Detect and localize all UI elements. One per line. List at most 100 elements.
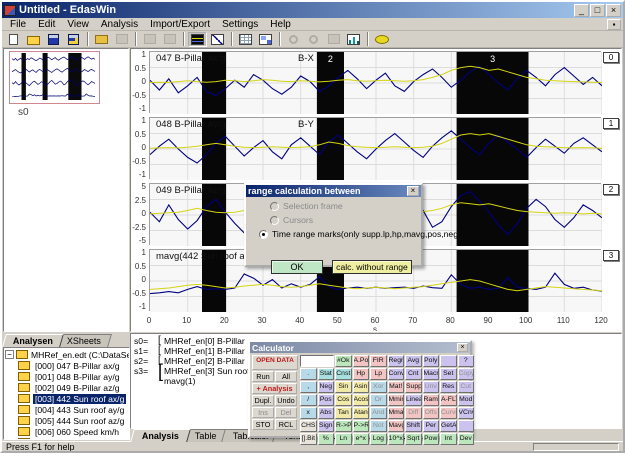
calc-button-set[interactable]: Set bbox=[440, 368, 457, 380]
calc-button-[interactable]: . bbox=[300, 368, 317, 380]
export-data-button[interactable] bbox=[92, 32, 111, 47]
calc-button-dupl[interactable]: Dupl. bbox=[252, 395, 274, 406]
calc-button-bit[interactable]: [].Bit bbox=[300, 433, 317, 445]
explorer-tab-xsheets[interactable]: XSheets bbox=[56, 334, 112, 347]
calc-button-dev[interactable]: Dev bbox=[458, 433, 475, 445]
calc-button-cos[interactable]: Cos bbox=[335, 394, 352, 406]
calc-button-atan[interactable]: Atan bbox=[353, 407, 370, 419]
calc-button-regr[interactable]: Regr bbox=[388, 355, 405, 367]
calc-button-int[interactable]: Int bbox=[440, 433, 457, 445]
calc-button-avg[interactable]: Avg bbox=[405, 355, 422, 367]
calc-button-sqrt[interactable]: Sqrt bbox=[405, 433, 422, 445]
calc-button-pow[interactable]: Pow bbox=[423, 433, 440, 445]
calc-button-abs[interactable]: Abs bbox=[318, 407, 335, 419]
calc-button-res[interactable]: Res bbox=[440, 381, 457, 393]
save-all-button[interactable] bbox=[64, 32, 83, 47]
calc-button-cnst[interactable]: Cnst bbox=[335, 368, 352, 380]
dialog-title-bar[interactable]: range calculation between × bbox=[246, 185, 421, 197]
calc-button-conv[interactable]: Conv bbox=[388, 368, 405, 380]
open-data-button[interactable]: OPEN DATA bbox=[252, 355, 298, 370]
new-document-button[interactable] bbox=[4, 32, 23, 47]
tree-item[interactable]: [005] 444 Sun roof az/g bbox=[18, 415, 129, 426]
calc-button-neg[interactable]: Neg bbox=[318, 381, 335, 393]
calc-button-pr[interactable]: P->R bbox=[353, 420, 370, 432]
database-button[interactable] bbox=[372, 32, 391, 47]
menu-edit[interactable]: Edit bbox=[32, 18, 61, 31]
tree-item[interactable]: [006] 060 Speed km/h bbox=[18, 426, 129, 437]
calc-button-poly[interactable]: Poly bbox=[423, 355, 440, 367]
calc-button-undo[interactable]: Undo bbox=[275, 395, 297, 406]
plot-area-0[interactable]: 23047 B-Pillar ax/gB-X bbox=[149, 51, 601, 113]
calc-button-mod[interactable]: Mod bbox=[458, 394, 475, 406]
calc-button-log[interactable]: Log bbox=[370, 433, 387, 445]
explorer-tab-analysen[interactable]: Analysen bbox=[2, 334, 64, 347]
view-tab-analysis[interactable]: Analysis bbox=[130, 429, 191, 442]
table-view-button[interactable] bbox=[236, 32, 255, 47]
collapse-icon[interactable]: − bbox=[5, 350, 14, 359]
radio-icon[interactable] bbox=[259, 230, 268, 239]
calc-button-sto[interactable]: STO bbox=[252, 419, 274, 430]
analysis-thumbnail[interactable] bbox=[9, 51, 100, 104]
tree-item[interactable]: [002] 049 B-Pillar az/g bbox=[18, 382, 129, 393]
calc-button-apol[interactable]: A.Pol bbox=[353, 355, 370, 367]
calc-button-[interactable]: , bbox=[300, 381, 317, 393]
tile-windows-button[interactable] bbox=[256, 32, 275, 47]
tree-item[interactable]: [001] 048 B-Pillar ay/g bbox=[18, 371, 129, 382]
menu-file[interactable]: File bbox=[4, 18, 32, 31]
calculator-title-bar[interactable]: Calculator × bbox=[250, 342, 470, 353]
close-button[interactable]: × bbox=[606, 4, 621, 17]
save-button[interactable] bbox=[44, 32, 63, 47]
mdi-child-button[interactable]: ▪ bbox=[607, 19, 621, 30]
radio-option-3[interactable]: Time range marks(only supp.lp,hp,mavg,po… bbox=[259, 229, 421, 239]
calc-button-sign[interactable]: Sign bbox=[318, 420, 335, 432]
tree-item[interactable]: [004] 443 Sun roof ay/g bbox=[18, 404, 129, 415]
tree-item[interactable]: [007] 043 Engine speed 1/min bbox=[18, 437, 129, 440]
calculator-input[interactable] bbox=[300, 355, 334, 367]
menu-settings[interactable]: Settings bbox=[216, 18, 264, 31]
ok-button[interactable]: OK bbox=[271, 260, 323, 274]
calc-button-rampl[interactable]: Rampl bbox=[423, 394, 440, 406]
calc-button-pos[interactable]: Pos bbox=[318, 394, 335, 406]
calc-button-hp[interactable]: Hp bbox=[353, 368, 370, 380]
tree-item[interactable]: [003] 442 Sun roof ax/g bbox=[18, 393, 129, 404]
tree-root[interactable]: − MHRef_en.edt (C:\DataSet) bbox=[5, 349, 129, 360]
calc-button-acos[interactable]: Acos bbox=[353, 394, 370, 406]
calc-button-vcnv[interactable]: VCnv bbox=[458, 407, 475, 419]
calc-button-[interactable]: ? bbox=[458, 355, 475, 367]
open-file-button[interactable] bbox=[24, 32, 43, 47]
calc-button-run[interactable]: Run bbox=[252, 371, 274, 382]
calc-button-aflt[interactable]: A-FLT bbox=[440, 394, 457, 406]
maximize-button[interactable]: □ bbox=[590, 4, 605, 17]
calc-button-asin[interactable]: Asin bbox=[353, 381, 370, 393]
calc-button-10x[interactable]: 10^x bbox=[388, 433, 405, 445]
dialog-close-icon[interactable]: × bbox=[407, 186, 419, 196]
calc-button-mat[interactable]: Mat! bbox=[388, 381, 405, 393]
calc-button-stat[interactable]: Stat bbox=[318, 368, 335, 380]
calc-button-ok[interactable]: #Ok bbox=[335, 355, 352, 367]
calc-button-chs[interactable]: CHS bbox=[300, 420, 317, 432]
calc-button-linear[interactable]: Linear bbox=[405, 394, 422, 406]
minimize-button[interactable]: _ bbox=[574, 4, 589, 17]
menu-importexport[interactable]: Import/Export bbox=[144, 18, 216, 31]
calc-button-per[interactable]: Per bbox=[423, 420, 440, 432]
xy-view-button[interactable] bbox=[208, 32, 227, 47]
menu-analysis[interactable]: Analysis bbox=[95, 18, 144, 31]
calc-button-ln[interactable]: Ln bbox=[335, 433, 352, 445]
calc-button-all[interactable]: All bbox=[275, 371, 297, 382]
calc-button-analysis[interactable]: + Analysis bbox=[252, 383, 297, 394]
calc-button-[interactable]: / bbox=[300, 394, 317, 406]
calc-button-getat[interactable]: GetAt bbox=[440, 420, 457, 432]
calc-button-rp[interactable]: R->P bbox=[335, 420, 352, 432]
analysis-view-button[interactable] bbox=[188, 32, 207, 47]
calc-button-macr[interactable]: Macr bbox=[423, 368, 440, 380]
calc-button-mmax[interactable]: Mmax bbox=[388, 407, 405, 419]
bar-chart-button[interactable] bbox=[344, 32, 363, 47]
calc-button-tan[interactable]: Tan bbox=[335, 407, 352, 419]
calculator-close-icon[interactable]: × bbox=[457, 343, 468, 352]
menu-help[interactable]: Help bbox=[264, 18, 297, 31]
calc-button-mavg[interactable]: Mavg bbox=[388, 420, 405, 432]
calc-button-sin[interactable]: Sin bbox=[335, 381, 352, 393]
calc-button-shift[interactable]: Shift bbox=[405, 420, 422, 432]
calc-without-range-button[interactable]: calc. without range bbox=[332, 260, 412, 274]
calc-button-fir[interactable]: FIR bbox=[370, 355, 387, 367]
